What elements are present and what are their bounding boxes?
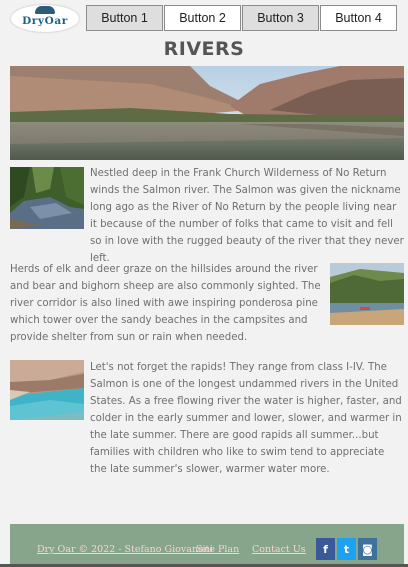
hero-canyon-image: [10, 66, 404, 160]
site-header: DryOar Button 1 Button 2 Button 3 Button…: [0, 0, 408, 36]
rapids-image: [10, 360, 84, 420]
copyright-link[interactable]: Dry Oar © 2022 - Stefano Giovanoni: [37, 544, 213, 555]
instagram-icon[interactable]: ◙: [358, 538, 377, 560]
wildlife-paragraph: Herds of elk and deer graze on the hills…: [10, 264, 321, 343]
nav-button-1[interactable]: Button 1: [86, 5, 163, 31]
main-nav: Button 1 Button 2 Button 3 Button 4: [86, 5, 398, 31]
nav-button-2[interactable]: Button 2: [164, 5, 241, 31]
site-footer: Dry Oar © 2022 - Stefano Giovanoni Site …: [10, 524, 404, 564]
site-plan-link[interactable]: Site Plan: [196, 544, 239, 555]
nav-button-4[interactable]: Button 4: [320, 5, 397, 31]
twitter-icon[interactable]: t: [337, 538, 356, 560]
rapids-paragraph: Let's not forget the rapids! They range …: [90, 362, 402, 475]
contact-link[interactable]: Contact Us: [252, 544, 306, 555]
logo-wordmark: DryOar: [22, 15, 68, 27]
facebook-icon[interactable]: f: [316, 538, 335, 560]
intro-paragraph: Nestled deep in the Frank Church Wildern…: [90, 168, 404, 264]
nav-button-3[interactable]: Button 3: [242, 5, 319, 31]
forest-stream-image: [10, 167, 84, 229]
river-campsite-image: [330, 263, 404, 325]
logo-canopy-icon: [35, 6, 55, 14]
site-logo[interactable]: DryOar: [11, 5, 79, 32]
page-title: RIVERS: [163, 38, 245, 60]
